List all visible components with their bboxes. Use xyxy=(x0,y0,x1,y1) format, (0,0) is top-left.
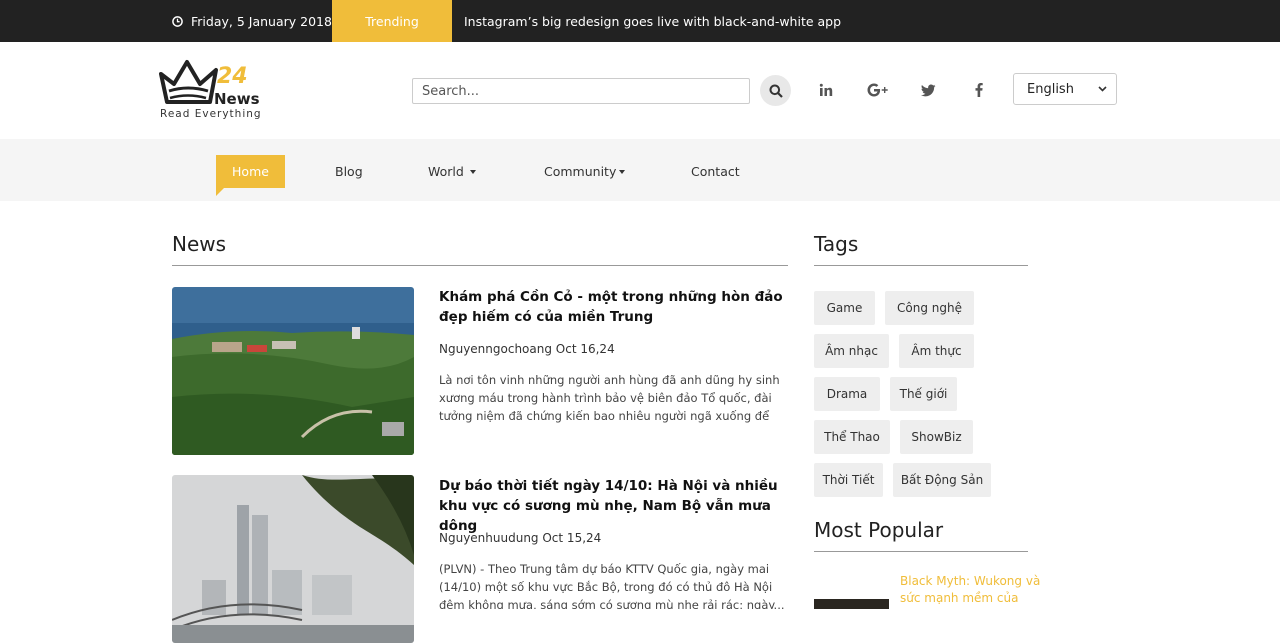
article-meta: Nguyenngochoang Oct 16,24 xyxy=(439,342,615,356)
linkedin-icon xyxy=(819,83,833,96)
search-button[interactable] xyxy=(760,75,791,106)
site-logo[interactable]: 24 News Read Everything xyxy=(158,58,274,124)
logo-tagline: Read Everything xyxy=(160,108,262,120)
language-select[interactable]: English xyxy=(1013,73,1117,105)
caret-down-icon xyxy=(619,169,626,174)
facebook-link[interactable] xyxy=(968,80,990,100)
island-photo xyxy=(172,287,414,455)
popular-heading: Most Popular xyxy=(814,518,944,542)
language-selected: English xyxy=(1027,81,1074,97)
tag-item[interactable]: Bất Động Sản xyxy=(893,463,991,497)
article-excerpt: (PLVN) - Theo Trung tâm dự báo KTTV Quốc… xyxy=(439,562,785,609)
nav-home[interactable]: Home xyxy=(216,155,285,196)
tag-item[interactable]: ShowBiz xyxy=(900,420,973,454)
google-plus-link[interactable] xyxy=(866,80,890,100)
logo-number: 24 xyxy=(217,64,248,89)
trending-headline[interactable]: Instagram’s big redesign goes live with … xyxy=(464,0,841,42)
tag-item[interactable]: Công nghệ xyxy=(885,291,974,325)
nav-community-label: Community xyxy=(544,164,617,179)
nav-community[interactable]: Community xyxy=(544,155,626,188)
twitter-link[interactable] xyxy=(917,80,939,100)
tag-item[interactable]: Âm nhạc xyxy=(814,334,889,368)
tag-item[interactable]: Thế giới xyxy=(890,377,957,411)
search-icon xyxy=(769,84,783,98)
tags-divider xyxy=(814,265,1028,266)
twitter-icon xyxy=(920,84,936,96)
clock-icon xyxy=(172,15,183,27)
article-title[interactable]: Khám phá Cồn Cỏ - một trong những hòn đả… xyxy=(439,287,789,327)
popular-divider xyxy=(814,551,1028,552)
article-thumbnail[interactable] xyxy=(172,287,414,455)
popular-title[interactable]: Black Myth: Wukong và sức mạnh mềm của xyxy=(900,573,1050,607)
tag-item[interactable]: Thể Thao xyxy=(814,420,890,454)
foggy-city-photo xyxy=(172,475,414,643)
trending-badge: Trending xyxy=(332,0,452,58)
linkedin-link[interactable] xyxy=(815,80,837,100)
date-display: Friday, 5 January 2018 xyxy=(172,0,332,42)
news-divider xyxy=(172,265,788,266)
article-title[interactable]: Dự báo thời tiết ngày 14/10: Hà Nội và n… xyxy=(439,476,789,536)
article-meta: Nguyenhuudung Oct 15,24 xyxy=(439,531,602,545)
logo-word: News xyxy=(214,90,260,108)
tag-item[interactable]: Drama xyxy=(814,377,880,411)
caret-down-icon xyxy=(469,169,476,174)
nav-world-label: World xyxy=(428,164,464,179)
nav-world[interactable]: World xyxy=(428,155,476,188)
nav-blog[interactable]: Blog xyxy=(335,155,363,188)
news-heading: News xyxy=(172,232,227,256)
search-input[interactable] xyxy=(412,78,750,104)
facebook-icon xyxy=(975,83,983,97)
tags-heading: Tags xyxy=(814,232,859,256)
top-bar: Friday, 5 January 2018 Trending Instagra… xyxy=(0,0,1280,58)
tag-item[interactable]: Game xyxy=(814,291,875,325)
date-text: Friday, 5 January 2018 xyxy=(191,13,332,29)
main-nav xyxy=(0,139,1280,201)
article-excerpt: Là nơi tôn vinh những người anh hùng đã … xyxy=(439,373,780,423)
tag-item[interactable]: Âm thực xyxy=(899,334,974,368)
nav-contact[interactable]: Contact xyxy=(691,155,740,188)
article-thumbnail[interactable] xyxy=(172,475,414,643)
chevron-down-icon xyxy=(1098,86,1107,92)
tag-item[interactable]: Thời Tiết xyxy=(814,463,883,497)
popular-thumbnail[interactable] xyxy=(814,599,889,609)
google-plus-icon xyxy=(867,83,888,97)
